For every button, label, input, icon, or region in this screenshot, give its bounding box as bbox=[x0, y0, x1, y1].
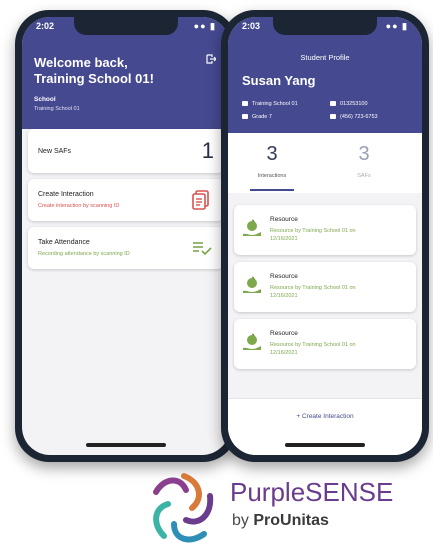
id-info: 013253100 bbox=[330, 101, 368, 107]
phone-info: (456) 723-6753 bbox=[330, 114, 378, 120]
school-label: School bbox=[34, 96, 56, 103]
interactions-count: 3 bbox=[266, 143, 278, 165]
document-icon bbox=[192, 190, 210, 215]
apple-hand-icon bbox=[242, 333, 262, 358]
phone-icon bbox=[330, 114, 336, 120]
resource-subtitle: Resource by Training School 01 on 12/16/… bbox=[270, 342, 356, 356]
create-interaction-subtitle: Create interaction by scanning ID bbox=[38, 203, 120, 209]
grade-info: Grade 7 bbox=[242, 114, 272, 120]
school-info: Training School 01 bbox=[242, 101, 298, 107]
status-time: 2:03 bbox=[242, 21, 261, 31]
grade-icon bbox=[242, 114, 248, 120]
safs-count: 3 bbox=[358, 143, 370, 165]
home-screen: 2:02 ●● ▮ Welcome back, Training School … bbox=[22, 17, 230, 455]
home-indicator bbox=[285, 443, 365, 447]
take-attendance-title: Take Attendance bbox=[38, 239, 90, 246]
list-item[interactable]: Resource Resource by Training School 01 … bbox=[234, 319, 416, 369]
phone-student-profile: 2:03 ●● ▮ Student Profile Susan Yang Tra… bbox=[221, 10, 429, 462]
id-card-icon bbox=[330, 101, 336, 107]
take-attendance-card[interactable]: Take Attendance Recording attendance by … bbox=[28, 227, 224, 269]
create-interaction-button[interactable]: + Create Interaction bbox=[228, 413, 422, 420]
new-safs-card[interactable]: New SAFs 1 bbox=[28, 129, 224, 173]
page-title: Student Profile bbox=[300, 53, 350, 62]
list-item[interactable]: Resource Resource by Training School 01 … bbox=[234, 262, 416, 312]
safs-label: SAFs bbox=[357, 173, 371, 179]
profile-screen: 2:03 ●● ▮ Student Profile Susan Yang Tra… bbox=[228, 17, 422, 455]
student-name: Susan Yang bbox=[242, 73, 316, 88]
logout-icon[interactable] bbox=[206, 53, 217, 67]
status-bar: 2:02 ●● ▮ bbox=[36, 21, 216, 35]
checklist-icon bbox=[192, 241, 212, 260]
take-attendance-subtitle: Recording attendance by scanning ID bbox=[38, 251, 130, 257]
resource-subtitle: Resource by Training School 01 on 12/16/… bbox=[270, 285, 356, 299]
brand-name-suffix: SENSE bbox=[305, 477, 394, 507]
list-item[interactable]: Resource Resource by Training School 01 … bbox=[234, 205, 416, 255]
create-interaction-card[interactable]: Create Interaction Create interaction by… bbox=[28, 179, 224, 221]
signal-battery-icon: ●● ▮ bbox=[385, 21, 408, 31]
school-value: Training School 01 bbox=[252, 101, 298, 107]
brand-name: PurpleSENSE bbox=[230, 477, 393, 508]
active-tab-underline bbox=[250, 189, 294, 191]
resource-title: Resource bbox=[270, 273, 298, 280]
brand-by: by bbox=[232, 512, 254, 529]
id-value: 013253100 bbox=[340, 101, 368, 107]
brand-logo-mark bbox=[148, 470, 220, 551]
phone-value: (456) 723-6753 bbox=[340, 114, 378, 120]
resource-title: Resource bbox=[270, 216, 298, 223]
interactions-label: Interactions bbox=[257, 173, 287, 179]
resource-subtitle: Resource by Training School 01 on 12/16/… bbox=[270, 228, 356, 242]
new-safs-count: 1 bbox=[201, 138, 214, 163]
grade-value: Grade 7 bbox=[252, 114, 272, 120]
phone-home-screen: 2:02 ●● ▮ Welcome back, Training School … bbox=[15, 10, 237, 462]
new-safs-label: New SAFs bbox=[38, 148, 72, 155]
apple-hand-icon bbox=[242, 276, 262, 301]
status-bar: 2:03 ●● ▮ bbox=[242, 21, 408, 35]
brand-byline: by ProUnitas bbox=[232, 512, 329, 530]
status-time: 2:02 bbox=[36, 21, 55, 31]
building-icon bbox=[242, 101, 248, 107]
school-value: Training School 01 bbox=[34, 106, 80, 112]
counts-tabs: 3 Interactions 3 SAFs bbox=[228, 133, 422, 193]
create-interaction-title: Create Interaction bbox=[38, 191, 94, 198]
brand-company: ProUnitas bbox=[253, 512, 329, 529]
resource-title: Resource bbox=[270, 330, 298, 337]
apple-hand-icon bbox=[242, 219, 262, 244]
home-indicator bbox=[86, 443, 166, 447]
signal-battery-icon: ●● ▮ bbox=[193, 21, 216, 31]
brand-name-prefix: Purple bbox=[230, 477, 306, 507]
welcome-title: Welcome back, Training School 01! bbox=[34, 55, 154, 86]
